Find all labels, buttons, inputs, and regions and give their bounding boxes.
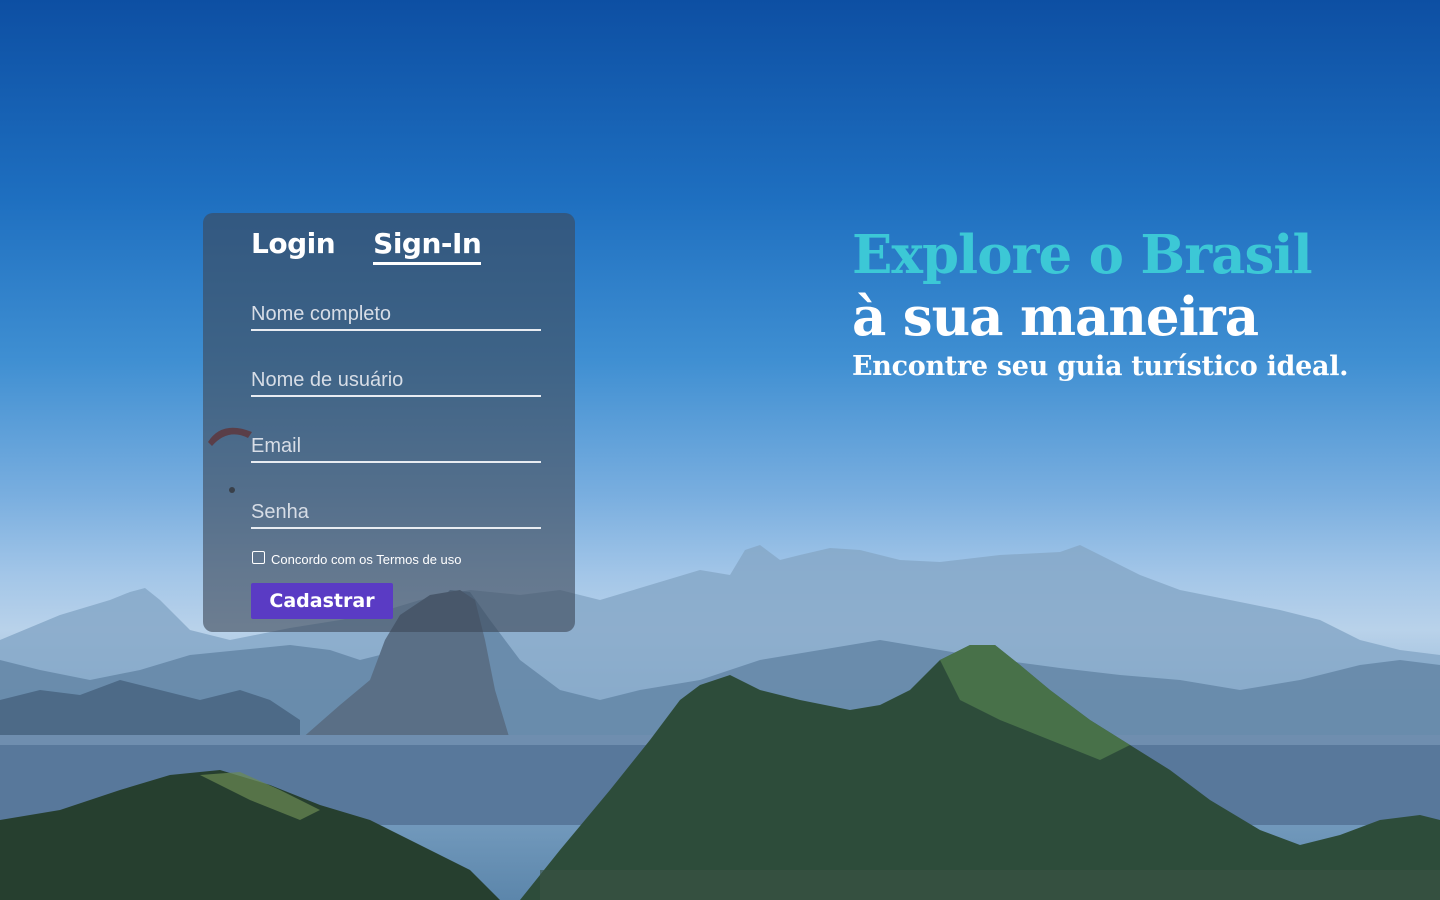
tab-login[interactable]: Login — [251, 227, 336, 265]
username-input[interactable] — [251, 365, 541, 395]
hero-title-line-1: Explore o Brasil — [852, 224, 1313, 286]
full-name-input[interactable] — [251, 299, 541, 329]
email-input[interactable] — [251, 431, 541, 461]
signup-card: Login Sign-In Concordo com os Termos de … — [203, 213, 575, 632]
full-name-field — [251, 299, 541, 331]
hero-text: Explore o Brasil à sua maneira Encontre … — [852, 224, 1349, 385]
hero-tagline: Encontre seu guia turístico ideal. — [852, 351, 1349, 382]
register-button[interactable]: Cadastrar — [251, 583, 393, 619]
terms-checkbox[interactable] — [252, 551, 265, 564]
page: Login Sign-In Concordo com os Termos de … — [0, 0, 1440, 900]
username-field — [251, 365, 541, 397]
terms-label: Concordo com os Termos de uso — [271, 552, 462, 567]
terms-row: Concordo com os Termos de uso — [252, 548, 462, 567]
tab-sign-in[interactable]: Sign-In — [373, 227, 482, 265]
auth-tabs: Login Sign-In — [251, 227, 482, 265]
email-field — [251, 431, 541, 463]
password-field — [251, 497, 541, 529]
password-input[interactable] — [251, 497, 541, 527]
hero-title-line-2: à sua maneira — [852, 286, 1259, 348]
